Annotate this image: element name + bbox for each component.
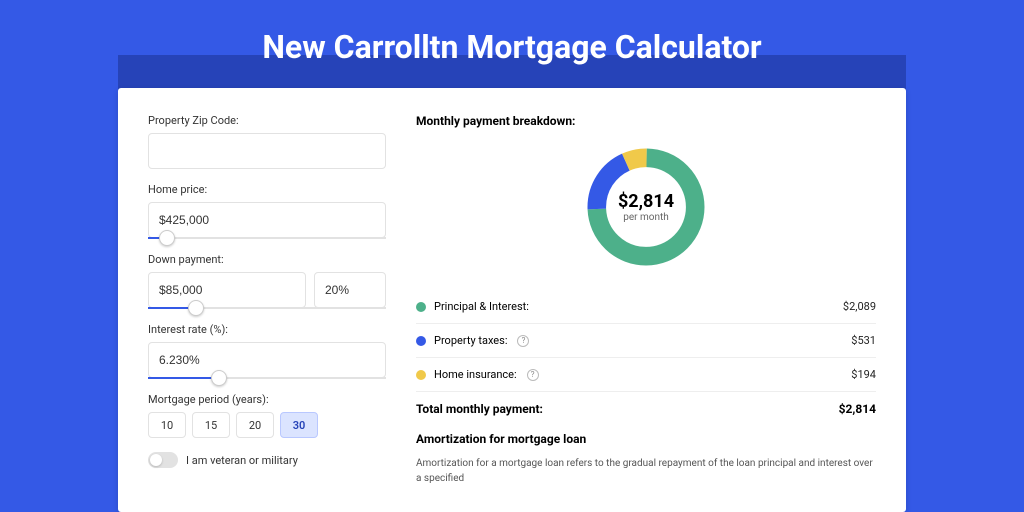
legend-label: Principal & Interest: [434,300,529,313]
period-option-10[interactable]: 10 [148,412,186,438]
rate-label: Interest rate (%): [148,323,386,336]
calculator-card: Property Zip Code: Home price: Down paym… [118,88,906,512]
legend-row-principal: Principal & Interest: $2,089 [416,290,876,324]
legend-row-taxes: Property taxes: ? $531 [416,324,876,358]
rate-slider[interactable] [148,377,386,379]
dot-icon [416,370,426,380]
total-row: Total monthly payment: $2,814 [416,392,876,432]
veteran-toggle[interactable] [148,452,178,468]
down-label: Down payment: [148,253,386,266]
down-pct-input[interactable] [314,272,386,308]
dot-icon [416,302,426,312]
price-slider-thumb[interactable] [159,230,175,246]
legend-row-insurance: Home insurance: ? $194 [416,358,876,392]
rate-slider-thumb[interactable] [211,370,227,386]
legend-value: $194 [851,368,876,381]
amort-title: Amortization for mortgage loan [416,432,876,446]
info-icon[interactable]: ? [527,369,539,381]
legend-label: Home insurance: [434,368,517,381]
price-field: Home price: [148,183,386,239]
breakdown-column: Monthly payment breakdown: $2,814 per mo… [416,114,876,486]
period-label: Mortgage period (years): [148,393,386,406]
veteran-label: I am veteran or military [186,454,298,467]
info-icon[interactable]: ? [517,335,529,347]
period-option-15[interactable]: 15 [192,412,230,438]
rate-input[interactable] [148,342,386,378]
total-label: Total monthly payment: [416,402,543,416]
zip-label: Property Zip Code: [148,114,386,127]
period-option-20[interactable]: 20 [236,412,274,438]
period-options: 10 15 20 30 [148,412,386,438]
down-amount-input[interactable] [148,272,306,308]
down-slider[interactable] [148,307,386,309]
down-slider-thumb[interactable] [188,300,204,316]
rate-field: Interest rate (%): [148,323,386,379]
donut-chart: $2,814 per month [581,142,711,272]
price-input[interactable] [148,202,386,238]
price-label: Home price: [148,183,386,196]
dot-icon [416,336,426,346]
legend-label: Property taxes: [434,334,507,347]
breakdown-title: Monthly payment breakdown: [416,114,876,128]
donut-sub: per month [623,212,669,223]
zip-input[interactable] [148,133,386,169]
zip-field: Property Zip Code: [148,114,386,169]
period-option-30[interactable]: 30 [280,412,318,438]
down-field: Down payment: [148,253,386,309]
total-value: $2,814 [839,402,876,416]
amort-text: Amortization for a mortgage loan refers … [416,456,876,486]
donut-chart-wrap: $2,814 per month [416,142,876,272]
period-field: Mortgage period (years): 10 15 20 30 [148,393,386,438]
page-title: New Carrolltn Mortgage Calculator [0,0,1024,88]
donut-amount: $2,814 [618,191,674,212]
legend-value: $531 [851,334,876,347]
veteran-row: I am veteran or military [148,452,386,468]
price-slider[interactable] [148,237,386,239]
legend-value: $2,089 [843,300,876,313]
form-column: Property Zip Code: Home price: Down paym… [148,114,386,486]
